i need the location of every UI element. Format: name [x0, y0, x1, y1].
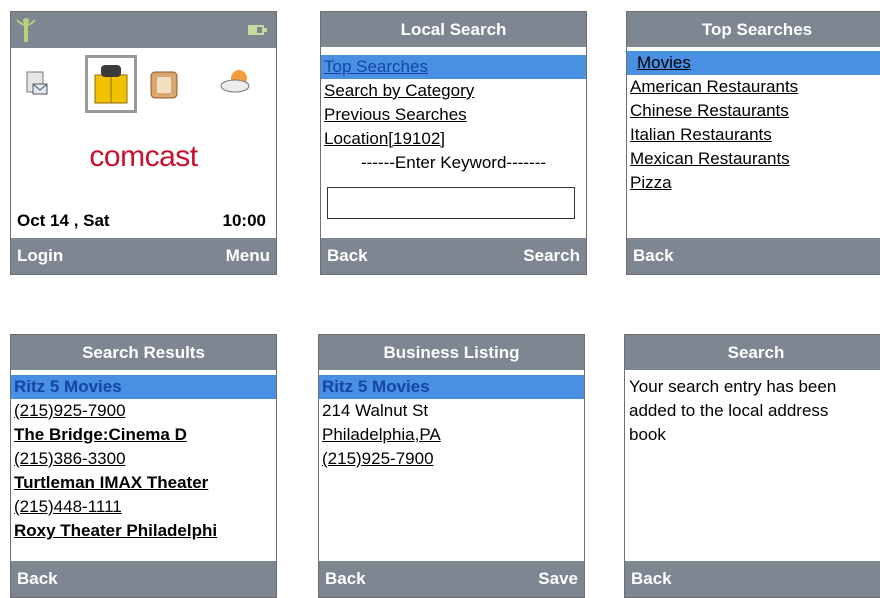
result-name[interactable]: The Bridge:Cinema D: [11, 423, 276, 447]
screen-title: Top Searches: [627, 12, 880, 47]
result-phone[interactable]: (215)448-1111: [11, 495, 276, 519]
menu-item-location[interactable]: Location[19102]: [321, 127, 586, 151]
back-softkey[interactable]: Back: [631, 569, 672, 589]
save-softkey[interactable]: Save: [538, 569, 578, 589]
top-searches-list: Movies American Restaurants Chinese Rest…: [627, 47, 880, 238]
menu-item-top-searches[interactable]: Top Searches: [321, 55, 586, 79]
menu-item-previous-searches[interactable]: Previous Searches: [321, 103, 586, 127]
time-label: 10:00: [222, 211, 266, 230]
result-phone[interactable]: (215)386-3300: [11, 447, 276, 471]
home-screen: comcast Oct 14 , Sat 10:00 Login Menu: [10, 11, 277, 275]
brand-logo: comcast: [89, 140, 198, 173]
menu-softkey[interactable]: Menu: [226, 246, 270, 266]
screen-title: Search Results: [11, 335, 276, 370]
business-listing-screen: Business Listing Ritz 5 Movies 214 Walnu…: [318, 334, 585, 598]
list-item-movies[interactable]: Movies: [627, 51, 880, 75]
business-street: 214 Walnut St: [322, 401, 429, 420]
message-icon[interactable]: [25, 70, 49, 98]
result-phone[interactable]: (215)925-7900: [11, 399, 276, 423]
list-item-pizza[interactable]: Pizza: [627, 171, 880, 195]
screen-title: Search: [625, 335, 880, 370]
weather-icon[interactable]: [219, 68, 255, 96]
softkey-bar: Back: [625, 561, 880, 597]
back-softkey[interactable]: Back: [327, 246, 368, 266]
screen-title: Local Search: [321, 12, 586, 47]
list-item-italian-restaurants[interactable]: Italian Restaurants: [627, 123, 880, 147]
list-item-mexican-restaurants[interactable]: Mexican Restaurants: [627, 147, 880, 171]
business-phone[interactable]: (215)925-7900: [319, 447, 584, 471]
results-list: Ritz 5 Movies (215)925-7900 The Bridge:C…: [11, 370, 276, 561]
confirm-message: Your search entry has been added to the …: [629, 377, 837, 444]
screen-title: Business Listing: [319, 335, 584, 370]
confirm-body: Your search entry has been added to the …: [625, 370, 880, 561]
softkey-bar: Back Search: [321, 238, 586, 274]
phonebook-icon: [94, 65, 128, 104]
notepad-icon[interactable]: [147, 68, 181, 102]
search-softkey[interactable]: Search: [523, 246, 580, 266]
listing-details: Ritz 5 Movies 214 Walnut St Philadelphia…: [319, 370, 584, 561]
result-name[interactable]: Roxy Theater Philadelphi: [11, 519, 276, 543]
search-confirm-screen: Search Your search entry has been added …: [624, 334, 880, 598]
top-searches-screen: Top Searches Movies American Restaurants…: [626, 11, 880, 275]
battery-icon: [248, 25, 267, 35]
status-bar: [11, 12, 276, 48]
keyword-input[interactable]: [327, 187, 575, 219]
business-name[interactable]: Ritz 5 Movies: [319, 375, 584, 399]
date-label: Oct 14 , Sat: [17, 211, 110, 230]
login-softkey[interactable]: Login: [17, 246, 63, 266]
back-softkey[interactable]: Back: [633, 246, 674, 266]
list-item-chinese-restaurants[interactable]: Chinese Restaurants: [627, 99, 880, 123]
business-city[interactable]: Philadelphia,PA: [319, 423, 584, 447]
softkey-bar: Back Save: [319, 561, 584, 597]
keyword-label: ------Enter Keyword-------: [360, 153, 547, 172]
local-search-screen: Local Search Top Searches Search by Cate…: [320, 11, 587, 275]
result-name[interactable]: Turtleman IMAX Theater: [11, 471, 276, 495]
result-name[interactable]: Ritz 5 Movies: [11, 375, 276, 399]
app-icon-row: [11, 52, 276, 122]
list-item-american-restaurants[interactable]: American Restaurants: [627, 75, 880, 99]
search-results-screen: Search Results Ritz 5 Movies (215)925-79…: [10, 334, 277, 598]
menu-item-search-by-category[interactable]: Search by Category: [321, 79, 586, 103]
softkey-bar: Back: [11, 561, 276, 597]
back-softkey[interactable]: Back: [325, 569, 366, 589]
back-softkey[interactable]: Back: [17, 569, 58, 589]
softkey-bar: Login Menu: [11, 238, 276, 274]
softkey-bar: Back: [627, 238, 880, 274]
phonebook-icon-selected[interactable]: [85, 55, 137, 113]
signal-icon: [16, 18, 36, 42]
